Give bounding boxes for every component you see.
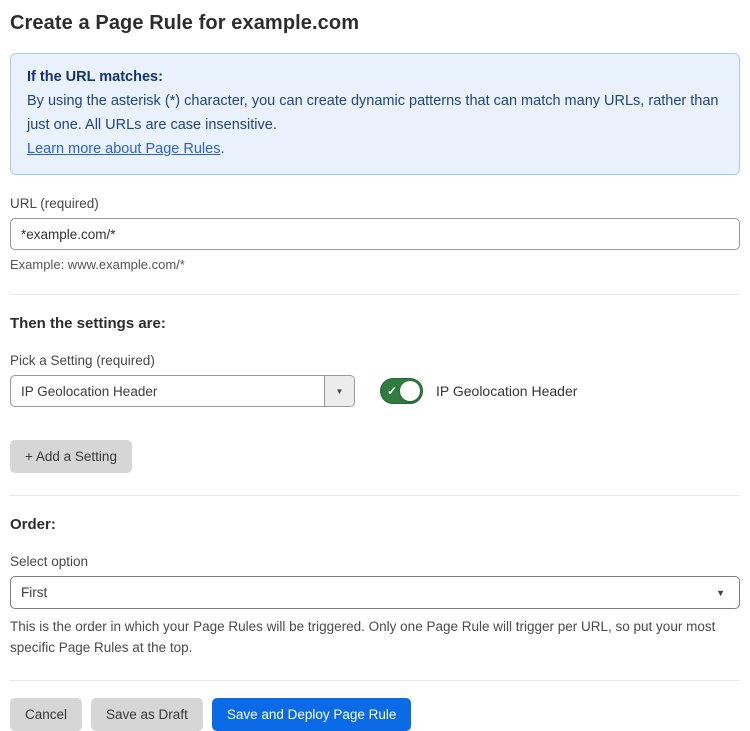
chevron-down-icon: ▼ [716, 588, 725, 598]
divider [10, 495, 740, 496]
info-box-body: By using the asterisk (*) character, you… [27, 89, 723, 137]
order-section-heading: Order: [10, 516, 740, 533]
url-input[interactable] [10, 218, 740, 250]
divider [10, 680, 740, 681]
order-select-value: First [21, 585, 716, 600]
order-help-text: This is the order in which your Page Rul… [10, 616, 740, 658]
order-select-label: Select option [10, 554, 740, 569]
cancel-button[interactable]: Cancel [10, 698, 82, 731]
setting-select-arrow-button[interactable]: ▼ [324, 376, 354, 406]
info-box-link-line: Learn more about Page Rules. [27, 137, 723, 161]
page-title: Create a Page Rule for example.com [10, 12, 740, 35]
add-setting-button[interactable]: + Add a Setting [10, 440, 132, 473]
create-page-rule-form: Create a Page Rule for example.com If th… [0, 0, 750, 687]
url-match-info-box: If the URL matches: By using the asteris… [10, 53, 740, 175]
toggle-knob [400, 381, 420, 401]
divider [10, 294, 740, 295]
chevron-down-icon: ▼ [336, 387, 344, 396]
link-suffix: . [220, 141, 224, 157]
save-deploy-button[interactable]: Save and Deploy Page Rule [212, 698, 412, 731]
ip-geolocation-toggle[interactable]: ✓ [380, 378, 423, 404]
settings-section-heading: Then the settings are: [10, 315, 740, 332]
url-field-label: URL (required) [10, 196, 740, 211]
pick-setting-label: Pick a Setting (required) [10, 353, 740, 368]
url-example-text: Example: www.example.com/* [10, 257, 740, 272]
info-box-heading: If the URL matches: [27, 65, 723, 89]
check-icon: ✓ [387, 384, 397, 398]
order-select[interactable]: First ▼ [10, 576, 740, 609]
setting-row: IP Geolocation Header ▼ ✓ IP Geolocation… [10, 375, 740, 407]
toggle-label: IP Geolocation Header [436, 383, 577, 399]
footer-actions: Cancel Save as Draft Save and Deploy Pag… [10, 698, 740, 731]
learn-more-link[interactable]: Learn more about Page Rules [27, 141, 220, 157]
save-draft-button[interactable]: Save as Draft [91, 698, 203, 731]
setting-select-value: IP Geolocation Header [11, 376, 324, 406]
setting-select[interactable]: IP Geolocation Header ▼ [10, 375, 355, 407]
